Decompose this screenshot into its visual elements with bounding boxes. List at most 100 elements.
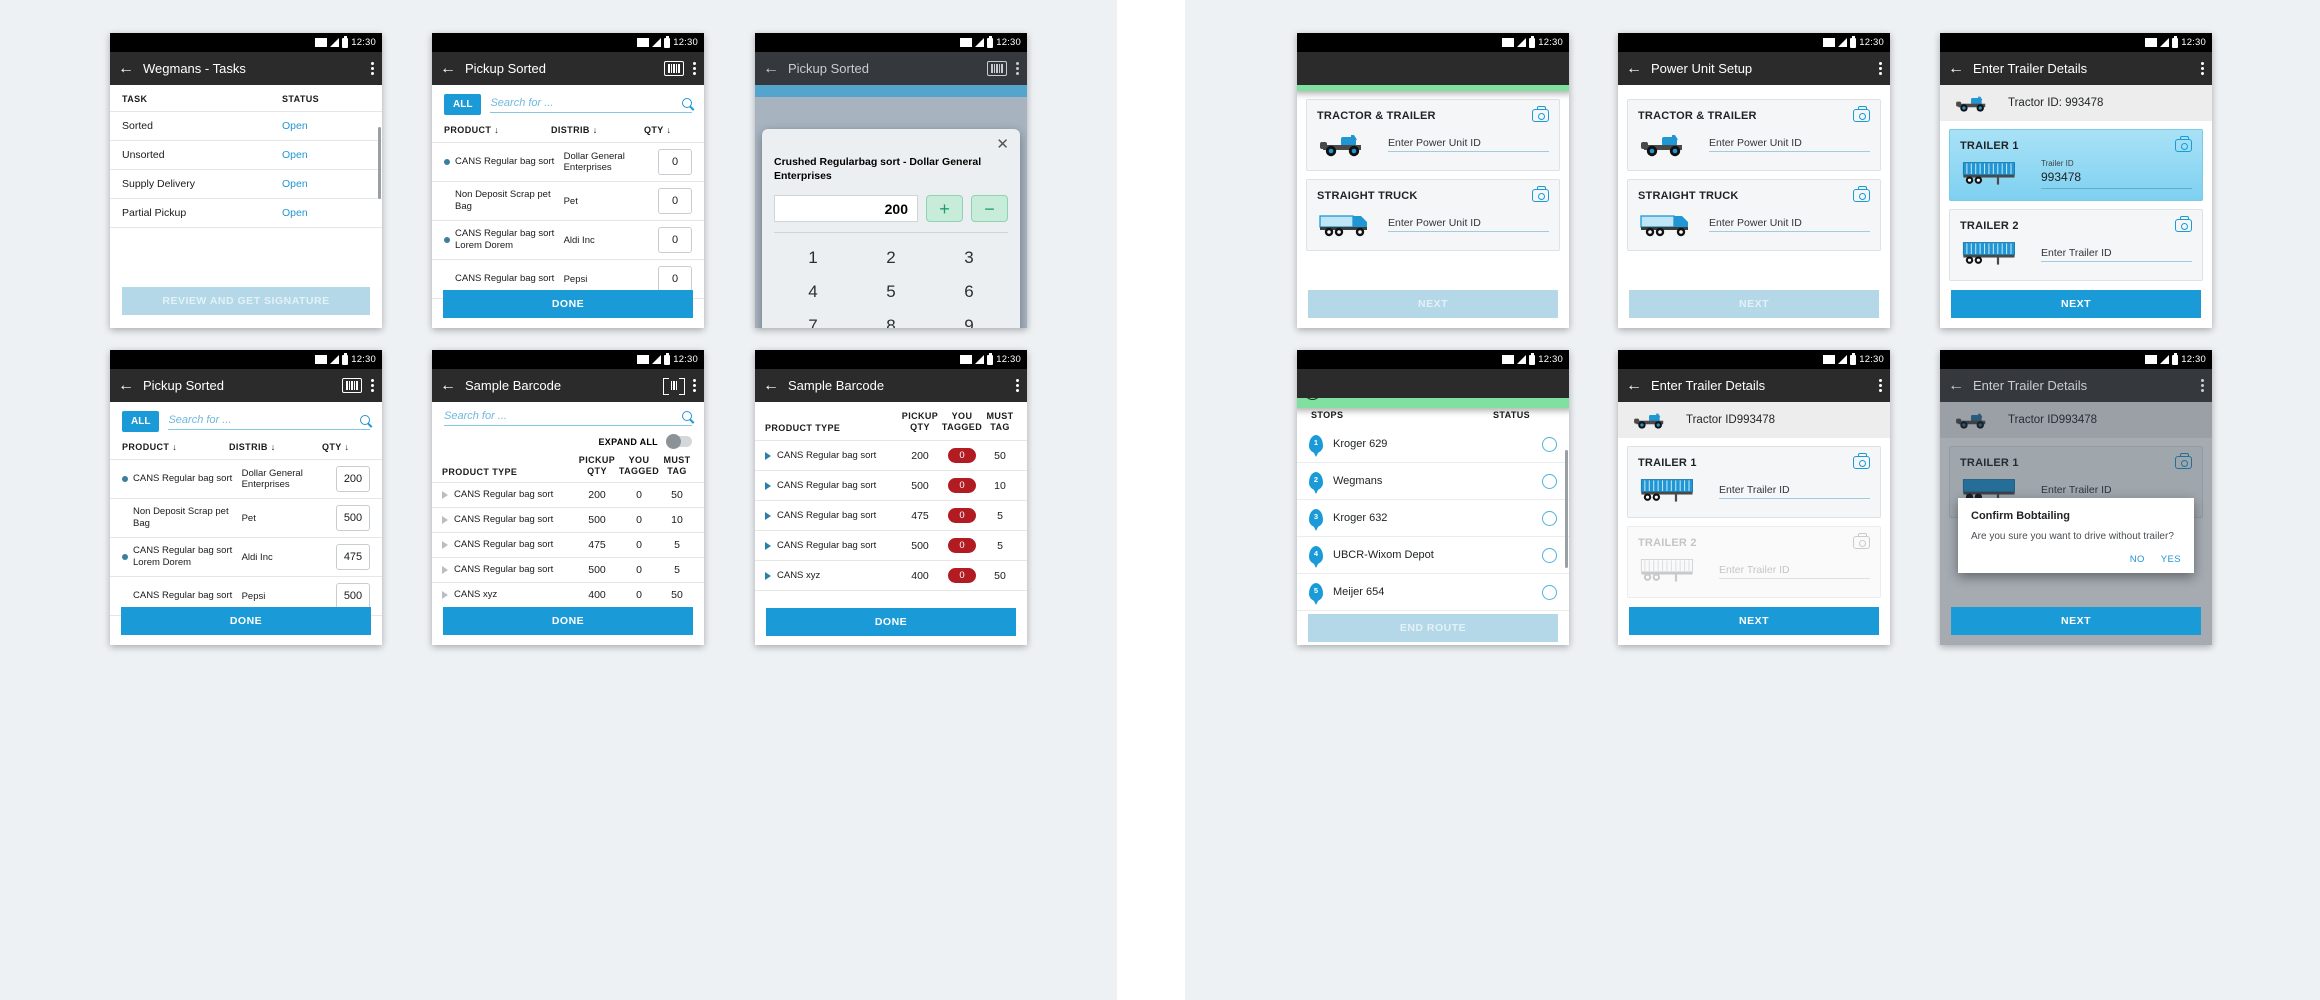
power-unit-id-input[interactable]: Enter Power Unit ID [1709, 217, 1870, 232]
list-item[interactable]: 4 UBCR-Wixom Depot [1297, 537, 1569, 574]
table-row[interactable]: Non Deposit Scrap pet Bag Pet 500 [110, 498, 382, 537]
table-row[interactable]: CANS Regular bag sort Lorem Dorem Aldi I… [110, 537, 382, 576]
expand-caret-icon[interactable] [765, 541, 771, 550]
overflow-menu-icon[interactable] [1016, 379, 1019, 392]
no-button[interactable]: NO [2130, 554, 2145, 565]
table-row[interactable]: CANS Regular bag sort 500 0 5 [755, 530, 1027, 560]
status-circle-icon[interactable] [1542, 510, 1557, 526]
status-circle-icon[interactable] [1542, 584, 1557, 600]
back-icon[interactable]: ← [118, 60, 134, 77]
overflow-menu-icon[interactable] [1016, 62, 1019, 75]
card-trailer-2[interactable]: TRAILER 2 Enter Trailer ID [1949, 209, 2203, 281]
camera-icon[interactable] [2175, 136, 2192, 152]
table-row[interactable]: CANS Regular bag sort 475 0 5 [432, 532, 704, 557]
card-tractor-trailer[interactable]: TRACTOR & TRAILER Enter Power Unit ID [1627, 99, 1881, 171]
card-trailer-2[interactable]: TRAILER 2 Enter Trailer ID [1627, 526, 1881, 598]
done-button[interactable]: DONE [121, 607, 371, 635]
expand-caret-icon[interactable] [765, 511, 771, 520]
trailer-id-input[interactable]: Trailer ID 993478 [2041, 159, 2192, 189]
card-straight-truck[interactable]: STRAIGHT TRUCK Enter Power Unit ID [1627, 179, 1881, 251]
camera-icon[interactable] [1853, 453, 1870, 469]
barcode-scan-icon[interactable] [664, 61, 684, 76]
overflow-menu-icon[interactable] [371, 62, 374, 75]
card-trailer-1[interactable]: TRAILER 1 Enter Trailer ID [1627, 446, 1881, 518]
table-row[interactable]: Sorted Open [110, 111, 382, 140]
key-2[interactable]: 2 [852, 241, 930, 275]
table-row[interactable]: CANS Regular bag sort 500 0 5 [432, 557, 704, 582]
trailer-id-input[interactable]: Enter Trailer ID [1719, 484, 1870, 499]
done-button[interactable]: DONE [766, 608, 1016, 636]
qty-input[interactable]: 0 [658, 149, 692, 175]
next-button[interactable]: NEXT [1629, 290, 1879, 318]
card-straight-truck[interactable]: STRAIGHT TRUCK Enter Power Unit ID [1306, 179, 1560, 251]
table-row[interactable]: CANS Regular bag sort 200 0 50 [432, 482, 704, 507]
search-icon[interactable] [682, 97, 692, 108]
qty-input[interactable]: 200 [336, 466, 370, 492]
qty-input[interactable]: 500 [336, 583, 370, 609]
power-unit-id-input[interactable]: Enter Power Unit ID [1388, 137, 1549, 152]
table-row[interactable]: CANS xyz 400 0 50 [755, 560, 1027, 590]
search-input[interactable]: Search for ... [490, 97, 692, 113]
back-icon[interactable]: ← [440, 377, 456, 394]
table-row[interactable]: CANS Regular bag sort 500 0 10 [755, 470, 1027, 500]
status-circle-icon[interactable] [1542, 436, 1557, 452]
search-icon[interactable] [360, 414, 370, 425]
overflow-menu-icon[interactable] [693, 379, 696, 392]
table-row[interactable]: CANS Regular bag sort Lorem Dorem Aldi I… [432, 220, 704, 259]
qty-input[interactable]: 0 [658, 266, 692, 292]
decrement-button[interactable]: − [971, 195, 1008, 222]
list-item[interactable]: 3 Kroger 632 [1297, 500, 1569, 537]
list-item[interactable]: 5 Meijer 654 [1297, 574, 1569, 611]
back-icon[interactable]: ← [440, 60, 456, 77]
next-button[interactable]: NEXT [1629, 607, 1879, 635]
qty-input[interactable]: 475 [336, 544, 370, 570]
list-item[interactable]: 2 Wegmans [1297, 463, 1569, 500]
camera-icon[interactable] [2175, 216, 2192, 232]
expand-caret-icon[interactable] [765, 481, 771, 490]
status-circle-icon[interactable] [1542, 547, 1557, 563]
expand-caret-icon[interactable] [442, 566, 448, 574]
trailer-id-input[interactable]: Enter Trailer ID [2041, 247, 2192, 262]
filter-chip-all[interactable]: ALL [444, 94, 482, 115]
column-product[interactable]: PRODUCT ↓ [122, 442, 229, 452]
table-row[interactable]: CANS Regular bag sort 200 0 50 [755, 440, 1027, 470]
done-button[interactable]: DONE [443, 290, 693, 318]
yes-button[interactable]: YES [2161, 554, 2181, 565]
column-product[interactable]: PRODUCT ↓ [444, 125, 551, 135]
scrollbar[interactable] [1565, 450, 1568, 568]
table-row[interactable]: CANS Regular bag sort Dollar General Ent… [110, 459, 382, 498]
done-button[interactable]: DONE [443, 607, 693, 635]
table-row[interactable]: CANS xyz 400 0 50 [432, 582, 704, 607]
key-9[interactable]: 9 [930, 309, 1008, 328]
key-7[interactable]: 7 [774, 309, 852, 328]
back-icon[interactable]: ← [763, 60, 779, 77]
qty-input[interactable]: 500 [336, 505, 370, 531]
status-circle-icon[interactable] [1542, 473, 1557, 489]
table-row[interactable]: CANS Regular bag sort 500 0 10 [432, 507, 704, 532]
expand-caret-icon[interactable] [442, 591, 448, 599]
back-icon[interactable]: ← [118, 377, 134, 394]
trailer-id-input[interactable]: Enter Trailer ID [1719, 564, 1870, 579]
table-row[interactable]: Partial Pickup Open [110, 198, 382, 227]
key-8[interactable]: 8 [852, 309, 930, 328]
increment-button[interactable]: + [926, 195, 963, 222]
expand-caret-icon[interactable] [442, 516, 448, 524]
camera-icon[interactable] [1853, 106, 1870, 122]
next-button[interactable]: NEXT [1951, 607, 2201, 635]
power-unit-id-input[interactable]: Enter Power Unit ID [1388, 217, 1549, 232]
card-trailer-1[interactable]: TRAILER 1 Trailer ID 993478 [1949, 129, 2203, 201]
key-4[interactable]: 4 [774, 275, 852, 309]
overflow-menu-icon[interactable] [1879, 379, 1882, 392]
overflow-menu-icon[interactable] [2201, 62, 2204, 75]
expand-caret-icon[interactable] [442, 541, 448, 549]
expand-caret-icon[interactable] [442, 491, 448, 499]
back-icon[interactable]: ← [1948, 60, 1964, 77]
search-icon[interactable] [682, 411, 692, 421]
back-icon[interactable]: ← [763, 377, 779, 394]
table-row[interactable]: Unsorted Open [110, 140, 382, 169]
key-3[interactable]: 3 [930, 241, 1008, 275]
back-icon[interactable]: ← [1626, 377, 1642, 394]
table-row[interactable]: Supply Delivery Open [110, 169, 382, 198]
overflow-menu-icon[interactable] [371, 379, 374, 392]
back-icon[interactable]: ← [1626, 60, 1642, 77]
